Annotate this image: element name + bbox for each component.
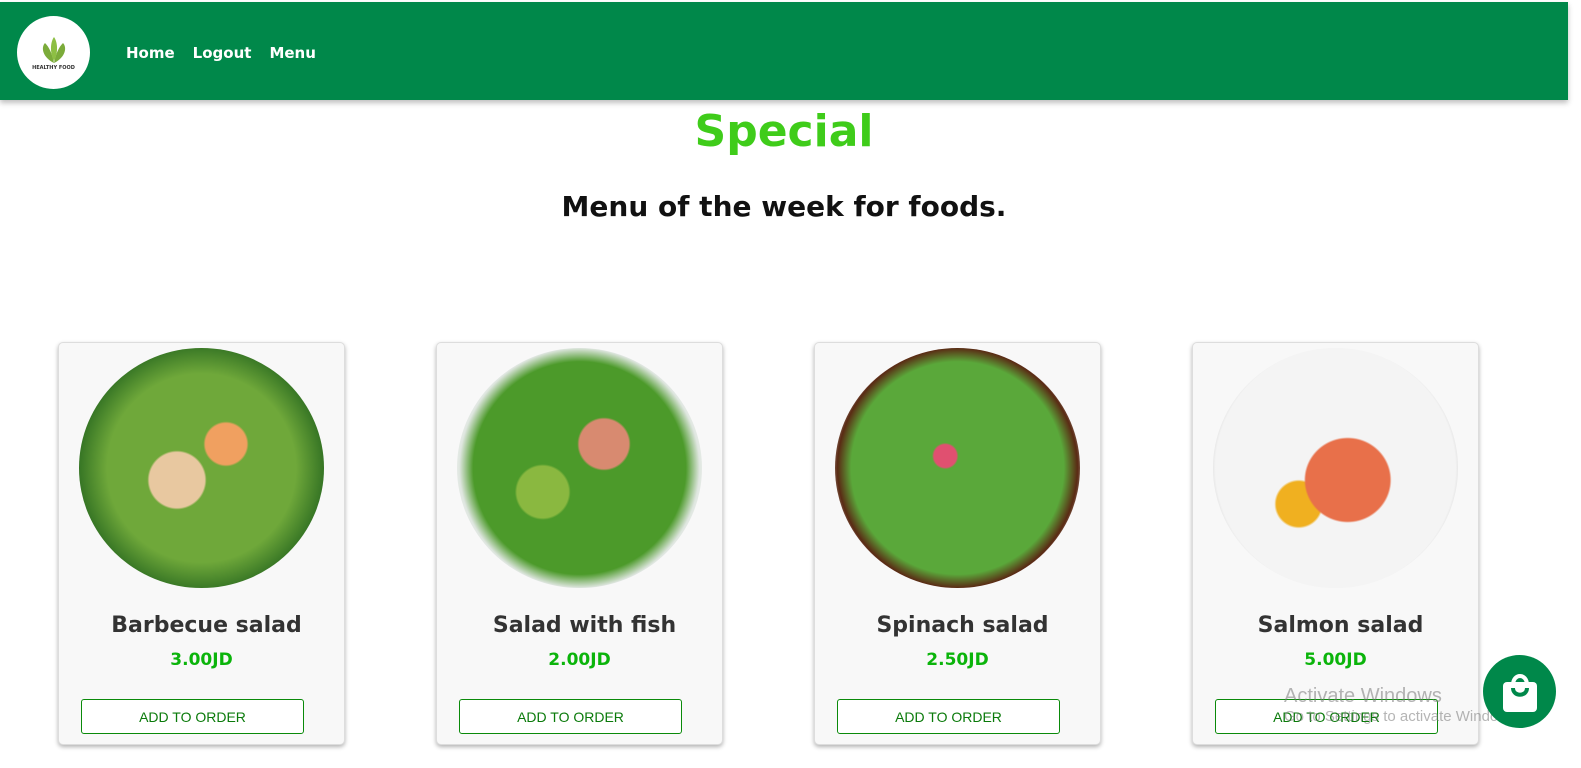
item-name: Barbecue salad bbox=[111, 613, 302, 638]
food-image bbox=[79, 348, 324, 588]
item-name: Salad with fish bbox=[492, 613, 677, 638]
item-price: 2.00JD bbox=[548, 650, 611, 670]
food-image bbox=[835, 348, 1080, 588]
page-subtitle: Menu of the week for foods. bbox=[561, 190, 1007, 223]
nav-menu[interactable]: Menu bbox=[269, 44, 315, 62]
add-to-order-button[interactable]: ADD TO ORDER bbox=[837, 699, 1060, 734]
shopping-bag-icon bbox=[1502, 673, 1537, 712]
add-to-order-button[interactable]: ADD TO ORDER bbox=[81, 699, 304, 734]
item-price: 5.00JD bbox=[1304, 650, 1367, 670]
menu-card: Barbecue salad 3.00JD ADD TO ORDER bbox=[58, 342, 345, 745]
item-name: Spinach salad bbox=[876, 613, 1049, 638]
menu-card: Spinach salad 2.50JD ADD TO ORDER bbox=[814, 342, 1101, 745]
logo[interactable]: HEALTHY FOOD bbox=[17, 16, 90, 89]
watermark-subtitle: Go to Settings to activate Windows. bbox=[1284, 708, 1521, 725]
item-price: 2.50JD bbox=[926, 650, 989, 670]
logo-text: HEALTHY FOOD bbox=[32, 64, 75, 71]
food-image bbox=[1213, 348, 1458, 588]
page-title: Special bbox=[694, 106, 874, 157]
leaf-icon bbox=[42, 36, 65, 63]
menu-card: Salad with fish 2.00JD ADD TO ORDER bbox=[436, 342, 723, 745]
navbar: HEALTHY FOOD Home Logout Menu bbox=[0, 2, 1568, 100]
nav-logout[interactable]: Logout bbox=[193, 44, 252, 62]
item-price: 3.00JD bbox=[170, 650, 233, 670]
add-to-order-button[interactable]: ADD TO ORDER bbox=[459, 699, 682, 734]
item-name: Salmon salad bbox=[1257, 613, 1424, 638]
cart-button[interactable] bbox=[1483, 655, 1556, 728]
food-image bbox=[457, 348, 702, 588]
nav-home[interactable]: Home bbox=[126, 44, 175, 62]
